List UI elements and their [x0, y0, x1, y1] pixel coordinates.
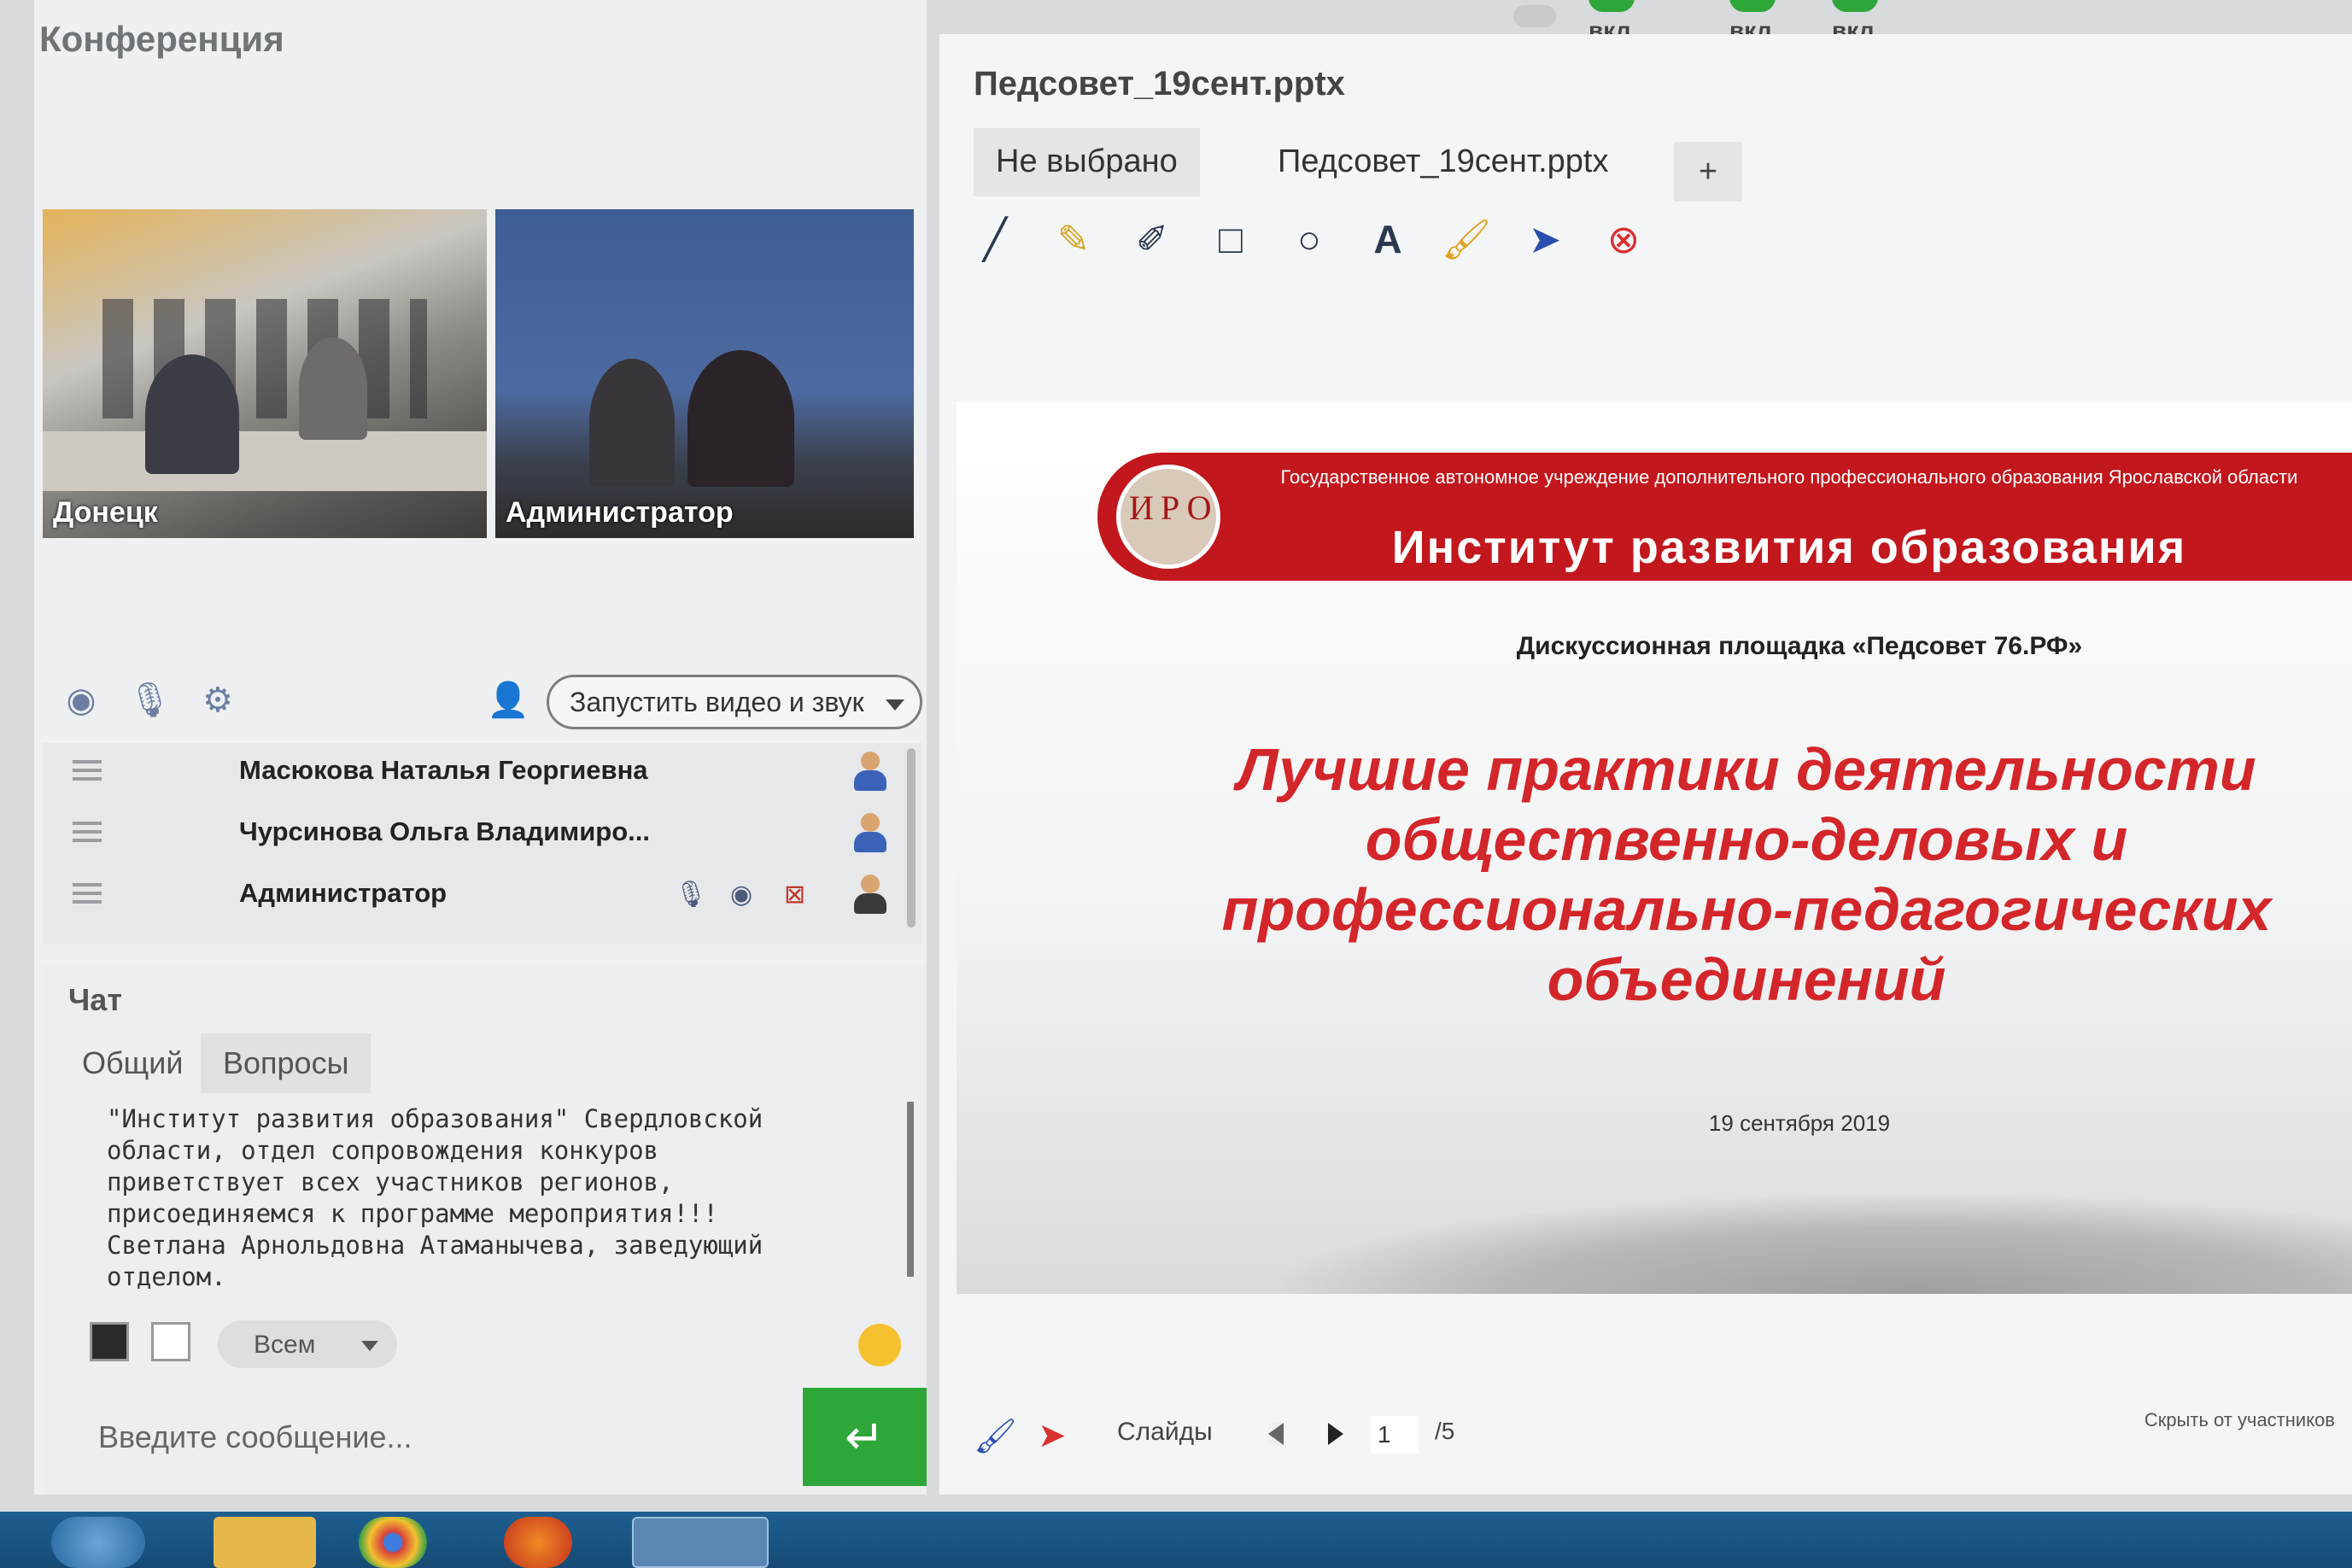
chat-panel: Чат Общий Вопросы "Институт развития обр…: [43, 965, 927, 1495]
line-icon[interactable]: ╱: [965, 205, 1025, 273]
brush-icon[interactable]: 🖌: [1436, 205, 1496, 273]
text-icon[interactable]: A: [1358, 205, 1418, 273]
video-person: [299, 337, 367, 440]
drag-handle-icon[interactable]: [73, 760, 102, 781]
prev-slide-icon[interactable]: [1268, 1423, 1284, 1445]
institute-logo: ИРО: [1116, 465, 1220, 569]
participant-avatar-icon: [852, 813, 886, 852]
admin-avatar-icon: [852, 875, 886, 914]
chat-toolbar: Всем: [90, 1315, 910, 1375]
pointer-icon[interactable]: ➤: [1038, 1416, 1067, 1455]
taskbar: [0, 1512, 2352, 1568]
recipient-select[interactable]: Всем: [218, 1320, 397, 1368]
chevron-down-icon[interactable]: [886, 699, 904, 711]
video-person: [145, 354, 239, 474]
microphone-icon[interactable]: 🎙: [675, 880, 707, 910]
participant-row[interactable]: Чурсинова Ольга Владимиро...: [43, 804, 905, 864]
slide-canvas[interactable]: ИРО Государственное автономное учреждени…: [957, 401, 2352, 1294]
video-tile[interactable]: Администратор: [495, 209, 914, 538]
pointer-icon[interactable]: ➤: [1515, 205, 1575, 273]
toggle-knob[interactable]: [1729, 0, 1776, 12]
slides-label: Слайды: [1117, 1418, 1213, 1446]
drag-handle-icon[interactable]: [73, 883, 102, 904]
chat-message: "Институт развития образования" Свердлов…: [107, 1104, 764, 1291]
toggle-knob[interactable]: [1832, 0, 1878, 12]
tab-general[interactable]: Общий: [60, 1033, 205, 1093]
speaker-settings-icon[interactable]: ⚙: [196, 679, 239, 722]
participant-name: Чурсинова Ольга Владимиро...: [239, 816, 650, 846]
banner-title: Институт развития образования: [1391, 522, 2187, 573]
hide-from-participants-link[interactable]: Скрыть от участников: [2144, 1409, 2335, 1431]
firefox-active-icon[interactable]: [632, 1517, 769, 1568]
start-video-audio-button[interactable]: Запустить видео и звук: [547, 675, 922, 729]
clear-icon[interactable]: ⊗: [1594, 205, 1653, 273]
chat-scrollbar[interactable]: [907, 1102, 914, 1277]
emoji-icon[interactable]: [858, 1324, 901, 1366]
circle-icon[interactable]: ○: [1279, 205, 1339, 273]
participant-row[interactable]: Масюкова Наталья Георгиевна: [43, 743, 905, 803]
participant-avatar-icon: [852, 752, 886, 791]
tab-questions[interactable]: Вопросы: [201, 1033, 372, 1093]
recipient-value: Всем: [254, 1331, 316, 1359]
chevron-down-icon[interactable]: [361, 1341, 378, 1351]
media-controls: ◉ 🎙 ⚙ 👤 Запустить видео и звук: [43, 675, 922, 734]
microphone-settings-icon[interactable]: 🎙: [128, 679, 172, 722]
toggle-switch[interactable]: [1513, 5, 1556, 27]
video-label: Администратор: [506, 496, 734, 529]
text-color-picker[interactable]: [90, 1322, 129, 1361]
participant-row[interactable]: Администратор 🎙 ◉ ⊠: [43, 866, 905, 926]
presentation-panel: Педсовет_19сент.pptx Не выбрано Педсовет…: [939, 34, 2352, 1495]
logo-text: ИРО: [1129, 489, 1219, 527]
background-color-picker[interactable]: [151, 1322, 190, 1361]
video-person: [687, 350, 794, 487]
toggle-knob[interactable]: [1588, 0, 1635, 12]
webcam-settings-icon[interactable]: ◉: [60, 679, 102, 722]
discussion-label: Дискуссионная площадка «Педсовет 76.РФ»: [1516, 632, 2083, 660]
video-tile[interactable]: Донецк: [43, 209, 487, 538]
slide-navigation-bar: 🖌 ➤ Слайды 1 /5 Скрыть от участников: [939, 1401, 2352, 1477]
video-scene-desk: [43, 431, 487, 491]
video-grid: Донецк Администратор: [43, 209, 914, 551]
participants-scrollbar[interactable]: [907, 748, 916, 927]
participants-list: Масюкова Наталья Георгиевна Чурсинова Ол…: [43, 743, 922, 944]
tab-not-selected[interactable]: Не выбрано: [974, 128, 1200, 196]
webcam-icon[interactable]: ◉: [730, 880, 752, 910]
start-menu-icon[interactable]: [51, 1517, 145, 1568]
add-tab-button[interactable]: +: [1674, 142, 1742, 202]
conference-panel: Конференция Донецк Администратор ◉ 🎙 ⚙ 👤…: [34, 0, 927, 1495]
highlighter-icon[interactable]: ✎: [1044, 205, 1103, 273]
pencil-icon[interactable]: ✐: [1122, 205, 1182, 273]
slide-date: 19 сентября 2019: [1708, 1110, 1891, 1136]
message-input[interactable]: Введите сообщение...: [77, 1401, 760, 1469]
chrome-icon[interactable]: [359, 1517, 427, 1568]
drawing-toolbar: ╱ ✎ ✐ □ ○ A 🖌 ➤ ⊗: [965, 205, 1734, 273]
next-slide-icon[interactable]: [1328, 1423, 1343, 1445]
file-explorer-icon[interactable]: [214, 1517, 316, 1568]
document-title: Педсовет_19сент.pptx: [974, 65, 1345, 102]
video-label: Донецк: [53, 496, 158, 529]
send-button[interactable]: ↵: [803, 1388, 927, 1486]
slide-banner: ИРО Государственное автономное учреждени…: [1097, 453, 2352, 581]
participant-name: Масюкова Наталья Георгиевна: [239, 755, 648, 785]
tab-presentation[interactable]: Педсовет_19сент.pptx: [1255, 128, 1630, 196]
rectangle-icon[interactable]: □: [1201, 205, 1261, 273]
video-person: [589, 359, 675, 487]
user-icon[interactable]: 👤: [487, 679, 529, 722]
brush-icon[interactable]: 🖌: [974, 1416, 1017, 1456]
slide-main-title: Лучшие практики деятельности общественно…: [1221, 736, 2272, 1013]
chat-title: Чат: [68, 982, 122, 1017]
start-button-label: Запустить видео и звук: [570, 686, 864, 717]
drag-handle-icon[interactable]: [73, 822, 102, 842]
page-number-input[interactable]: 1: [1371, 1416, 1419, 1454]
city-skyline-image: [1259, 1191, 2352, 1294]
conference-title: Конференция: [39, 19, 284, 59]
page-total: /5: [1435, 1418, 1455, 1444]
banner-subtitle: Государственное автономное учреждение до…: [1280, 466, 2298, 488]
firefox-icon[interactable]: [504, 1517, 572, 1568]
screen-share-off-icon[interactable]: ⊠: [784, 880, 805, 910]
participant-name: Администратор: [239, 878, 448, 908]
